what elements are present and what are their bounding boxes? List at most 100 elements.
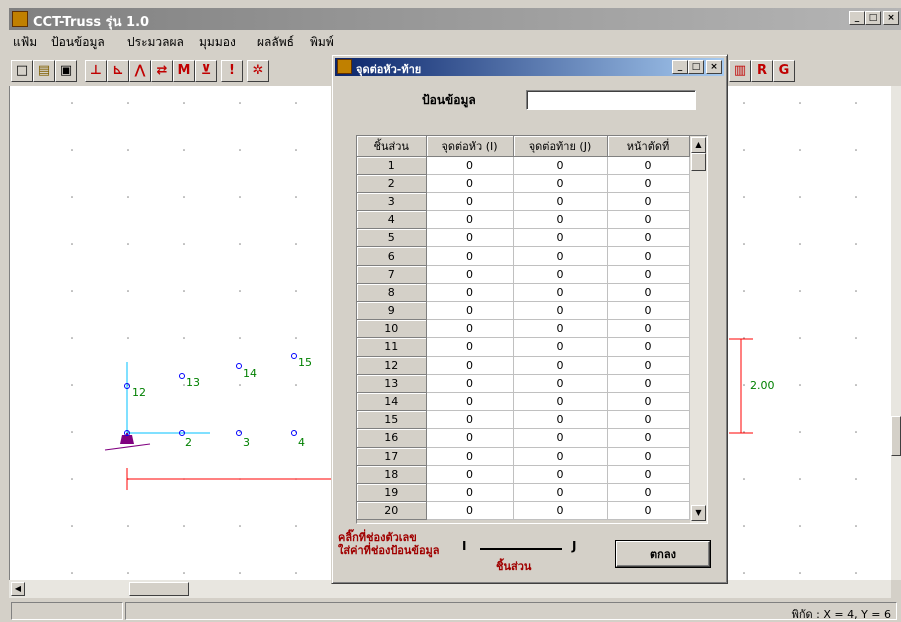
table-cell[interactable]: 0 xyxy=(513,228,608,248)
table-cell[interactable]: 0 xyxy=(426,319,514,339)
table-cell[interactable]: 0 xyxy=(513,483,608,503)
dialog-maximize-button[interactable]: □ xyxy=(688,60,704,74)
table-row: 3000 xyxy=(357,192,690,212)
table-cell[interactable]: 0 xyxy=(607,301,690,321)
data-entry-input[interactable] xyxy=(526,90,696,110)
table-cell[interactable]: 0 xyxy=(513,210,608,230)
table-cell[interactable]: 0 xyxy=(426,192,514,212)
table-cell[interactable]: 0 xyxy=(607,356,690,375)
table-cell[interactable]: 0 xyxy=(513,356,608,375)
table-cell[interactable]: 0 xyxy=(607,228,690,248)
app-title-bar[interactable]: CCT-Truss รุ่น 1.0 _ □ × xyxy=(9,8,901,30)
table-cell[interactable]: 0 xyxy=(607,374,690,393)
dialog-minimize-button[interactable]: _ xyxy=(672,60,688,74)
grid-dot xyxy=(743,525,745,527)
dialog-title-bar[interactable]: จุดต่อหัว-ท้าย _ □ × xyxy=(335,58,724,76)
grid-dot xyxy=(183,149,185,151)
close-button[interactable]: × xyxy=(883,11,899,25)
table-cell[interactable]: 0 xyxy=(607,428,690,448)
table-cell[interactable]: 0 xyxy=(607,156,690,175)
table-cell[interactable]: 0 xyxy=(513,374,608,393)
table-cell[interactable]: 0 xyxy=(513,447,608,466)
table-cell[interactable]: 0 xyxy=(426,465,514,484)
table-cell[interactable]: 0 xyxy=(607,283,690,303)
grid-dot xyxy=(183,290,185,292)
grid-dot xyxy=(799,102,801,104)
table-cell[interactable]: 0 xyxy=(426,228,514,248)
node-tool-icon[interactable]: ⊾ xyxy=(107,60,129,82)
report-g-icon[interactable]: G xyxy=(773,60,795,82)
table-cell[interactable]: 0 xyxy=(607,246,690,266)
report-r-icon[interactable]: R xyxy=(751,60,773,82)
table-cell[interactable]: 0 xyxy=(607,483,690,503)
table-cell[interactable]: 0 xyxy=(607,174,690,193)
open-folder-icon[interactable]: ▤ xyxy=(33,60,55,82)
table-cell[interactable]: 0 xyxy=(607,410,690,430)
dialog-close-button[interactable]: × xyxy=(706,60,722,74)
table-cell[interactable]: 0 xyxy=(513,174,608,193)
table-cell[interactable]: 0 xyxy=(426,410,514,430)
report-tool-icon[interactable]: ▥ xyxy=(729,60,751,82)
table-cell[interactable]: 0 xyxy=(513,156,608,175)
table-cell[interactable]: 0 xyxy=(513,428,608,448)
table-cell[interactable]: 0 xyxy=(426,483,514,503)
table-cell[interactable]: 0 xyxy=(607,392,690,412)
table-cell[interactable]: 0 xyxy=(513,319,608,339)
table-cell[interactable]: 0 xyxy=(426,156,514,175)
horizontal-scroll-thumb[interactable] xyxy=(129,582,189,596)
table-cell[interactable]: 0 xyxy=(426,337,514,357)
section-tool-icon[interactable]: ⇄ xyxy=(151,60,173,82)
table-cell[interactable]: 0 xyxy=(426,301,514,321)
results-tool-icon[interactable]: ✲ xyxy=(247,60,269,82)
vertical-scroll-thumb[interactable] xyxy=(891,416,901,456)
table-cell[interactable]: 0 xyxy=(513,192,608,212)
canvas-vertical-scrollbar[interactable] xyxy=(891,86,901,580)
table-cell[interactable]: 0 xyxy=(607,210,690,230)
table-cell[interactable]: 0 xyxy=(607,337,690,357)
new-file-icon[interactable]: □ xyxy=(11,60,33,82)
table-cell[interactable]: 0 xyxy=(426,501,514,521)
table-cell[interactable]: 0 xyxy=(513,501,608,521)
table-cell[interactable]: 0 xyxy=(426,210,514,230)
table-cell[interactable]: 0 xyxy=(426,356,514,375)
run-analysis-icon[interactable]: ! xyxy=(221,60,243,82)
minimize-button[interactable]: _ xyxy=(849,11,865,25)
scroll-left-icon[interactable]: ◀ xyxy=(11,582,25,596)
table-cell[interactable]: 0 xyxy=(607,501,690,521)
table-cell[interactable]: 0 xyxy=(426,447,514,466)
member-tool-icon[interactable]: ⋀ xyxy=(129,60,151,82)
grid-dot xyxy=(743,572,745,574)
table-cell[interactable]: 0 xyxy=(607,447,690,466)
table-cell[interactable]: 0 xyxy=(426,283,514,303)
table-cell[interactable]: 0 xyxy=(513,246,608,266)
table-cell[interactable]: 0 xyxy=(607,192,690,212)
table-cell[interactable]: 0 xyxy=(426,265,514,284)
table-cell[interactable]: 0 xyxy=(426,174,514,193)
table-cell[interactable]: 0 xyxy=(513,265,608,284)
table-cell[interactable]: 0 xyxy=(426,374,514,393)
save-icon[interactable]: ▣ xyxy=(55,60,77,82)
scroll-up-icon[interactable]: ▲ xyxy=(691,137,706,153)
load-tool-icon[interactable]: ⊻ xyxy=(195,60,217,82)
grid-dot xyxy=(127,196,129,198)
table-cell[interactable]: 0 xyxy=(513,301,608,321)
grid-dot xyxy=(799,149,801,151)
table-cell[interactable]: 0 xyxy=(607,465,690,484)
table-cell[interactable]: 0 xyxy=(426,246,514,266)
table-cell[interactable]: 0 xyxy=(513,392,608,412)
scroll-down-icon[interactable]: ▼ xyxy=(691,505,706,521)
material-tool-icon[interactable]: M xyxy=(173,60,195,82)
table-cell[interactable]: 0 xyxy=(513,337,608,357)
ok-button[interactable]: ตกลง xyxy=(616,541,710,567)
grid-scroll-thumb[interactable] xyxy=(691,153,706,171)
support-tool-icon[interactable]: ⊥ xyxy=(85,60,107,82)
table-cell[interactable]: 0 xyxy=(426,392,514,412)
table-cell[interactable]: 0 xyxy=(607,265,690,284)
table-cell[interactable]: 0 xyxy=(513,465,608,484)
table-cell[interactable]: 0 xyxy=(607,319,690,339)
table-cell[interactable]: 0 xyxy=(513,410,608,430)
maximize-button[interactable]: □ xyxy=(865,11,881,25)
table-cell[interactable]: 0 xyxy=(426,428,514,448)
table-cell[interactable]: 0 xyxy=(513,283,608,303)
grid-vertical-scrollbar[interactable]: ▲ ▼ xyxy=(690,136,707,523)
